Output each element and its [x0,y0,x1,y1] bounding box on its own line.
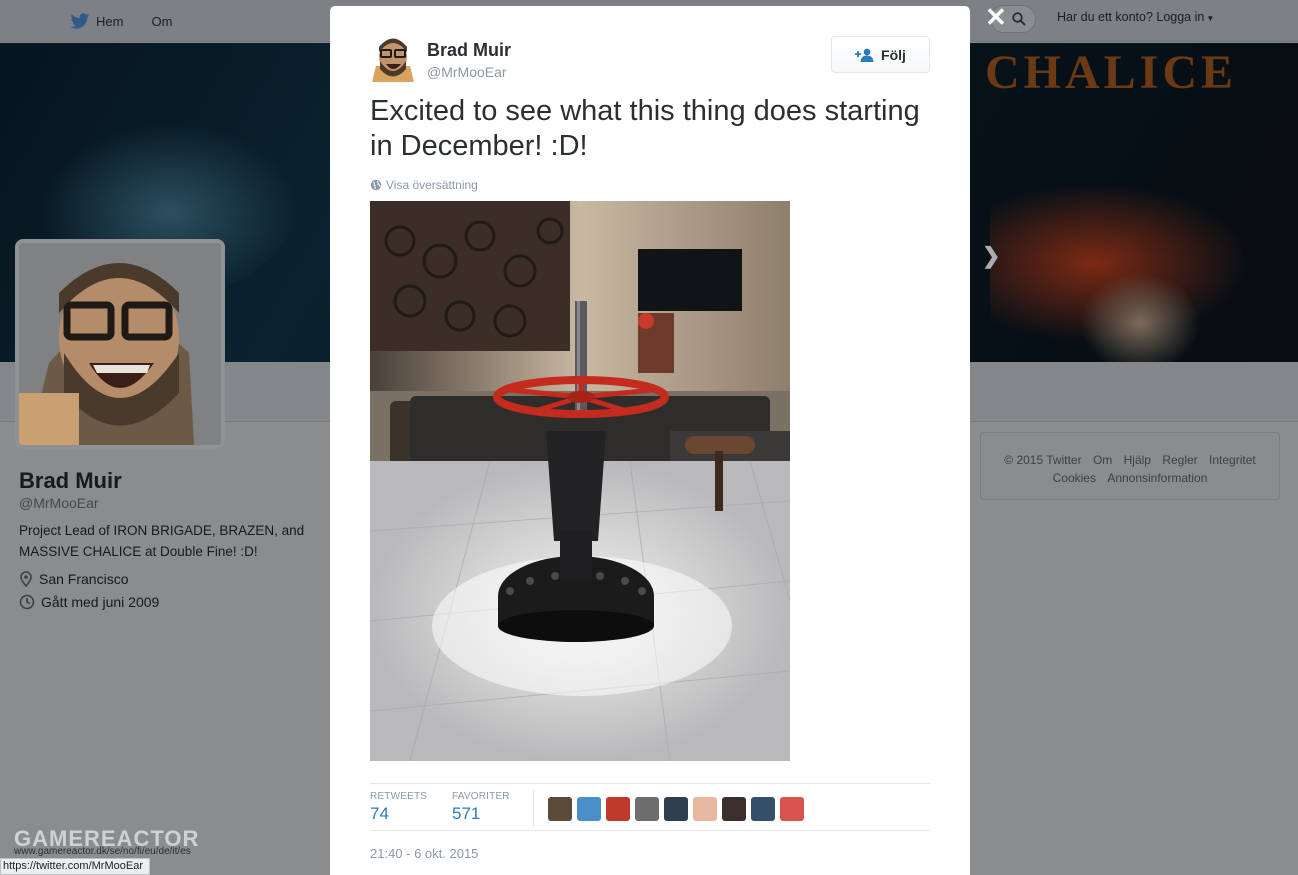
nav-home[interactable]: Hem [70,12,124,30]
nav-home-label: Hem [96,13,124,29]
footer-link-help[interactable]: Hjälp [1124,453,1151,467]
login-link[interactable]: Har du ett konto? Logga in ▼ [1057,10,1214,24]
search-icon [1012,12,1026,26]
browser-status-bar: https://twitter.com/MrMooEar [0,858,150,875]
profile-location: San Francisco [19,571,128,587]
gamereactor-domains: www.gamereactor.dk/se/no/fi/eu/de/it/es [14,846,191,857]
retweets-stat[interactable]: RETWEETS 74 [370,791,427,824]
favoriter-avatar[interactable] [751,797,775,821]
add-user-icon [855,48,874,62]
clock-icon [19,594,35,610]
favoriter-avatar[interactable] [635,797,659,821]
favoriter-avatar[interactable] [606,797,630,821]
favoriter-avatar[interactable] [722,797,746,821]
footer-row-1: © 2015 Twitter Om Hjälp Regler Integrite… [981,451,1279,469]
nav-about-label: Om [151,13,173,29]
retweets-label: RETWEETS [370,791,428,802]
profile-handle[interactable]: @MrMooEar [19,495,99,511]
twitter-bird-icon [70,12,90,29]
translate-link[interactable]: Visa översättning [370,178,478,192]
favoriter-avatar[interactable] [577,797,601,821]
favoriter-avatars [548,797,804,821]
footer-row-2: Cookies Annonsinformation [981,469,1279,487]
retweets-count: 74 [370,804,389,823]
tweet-modal: Brad Muir @MrMooEar Följ Excited to see … [330,6,970,875]
follow-label: Följ [881,46,906,63]
tweet-author-name[interactable]: Brad Muir [427,40,511,61]
caret-down-icon: ▼ [1206,14,1215,23]
login-label: Har du ett konto? Logga in [1057,10,1205,24]
footer-copyright: © 2015 Twitter [1004,453,1082,467]
photo-valve-wheel-sculpture [370,201,790,761]
favoriter-avatar[interactable] [664,797,688,821]
footer-links: © 2015 Twitter Om Hjälp Regler Integrite… [980,432,1280,500]
tweet-photo[interactable] [370,201,790,761]
footer-link-rules[interactable]: Regler [1162,453,1197,467]
banner-title: CHALICE [985,46,1238,99]
footer-link-privacy[interactable]: Integritet [1209,453,1256,467]
profile-bio: Project Lead of IRON BRIGADE, BRAZEN, an… [19,523,305,559]
tweet-author-avatar[interactable] [370,36,416,82]
avatar-illustration [19,243,221,445]
tweet-stats: RETWEETS 74 FAVORITER 571 [370,783,930,831]
globe-icon [370,179,382,191]
chevron-right-icon[interactable]: ❯ [982,243,1000,269]
profile-joined: Gått med juni 2009 [19,594,159,610]
favorites-label: FAVORITER [452,791,510,802]
profile-avatar[interactable] [15,239,225,449]
tweet-timestamp[interactable]: 21:40 - 6 okt. 2015 [370,846,478,861]
author-avatar-illustration [370,36,416,82]
favorites-count: 571 [452,804,481,823]
tweet-text: Excited to see what this thing does star… [370,95,920,162]
stats-divider [533,790,534,826]
favoriter-avatar[interactable] [780,797,804,821]
footer-link-cookies[interactable]: Cookies [1053,471,1096,485]
top-nav: Hem Om [70,0,172,42]
footer-link-ads-info[interactable]: Annonsinformation [1107,471,1207,485]
favoriter-avatar[interactable] [693,797,717,821]
close-icon[interactable]: ✕ [985,4,1007,30]
banner-art-figure [1080,273,1200,362]
location-text: San Francisco [39,571,129,587]
favoriter-avatar[interactable] [548,797,572,821]
follow-button[interactable]: Följ [831,36,930,73]
tweet-author-handle[interactable]: @MrMooEar [427,64,507,80]
translate-label: Visa översättning [386,178,478,192]
nav-about[interactable]: Om [151,14,172,29]
profile-name[interactable]: Brad Muir [19,468,122,494]
favorites-stat[interactable]: FAVORITER 571 [452,791,510,824]
location-pin-icon [20,571,32,587]
joined-text: Gått med juni 2009 [41,594,160,610]
footer-link-about[interactable]: Om [1093,453,1112,467]
